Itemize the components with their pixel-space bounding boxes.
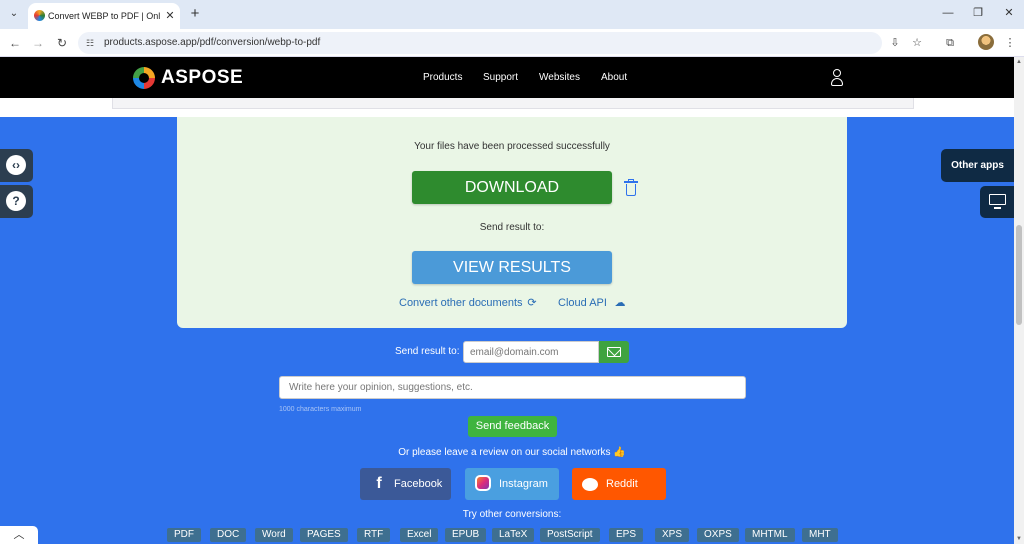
instagram-icon — [475, 475, 491, 491]
convert-other-documents-link[interactable]: Convert other documents — [399, 296, 523, 310]
other-conversions-title: Try other conversions: — [462, 509, 562, 520]
instagram-button[interactable]: Instagram — [465, 468, 559, 500]
aspose-logo-text[interactable]: ASPOSE — [161, 67, 243, 89]
cloud-icon[interactable]: ☁ — [614, 296, 626, 310]
install-app-icon[interactable]: ⇩ — [887, 35, 903, 51]
back-arrow-icon[interactable]: ← — [7, 35, 23, 51]
cloud-api-link[interactable]: Cloud API — [558, 296, 607, 310]
url-text: products.aspose.app/pdf/conversion/webp-… — [104, 37, 321, 48]
aspose-logo-icon[interactable] — [133, 67, 155, 89]
help-side-widget[interactable]: ? — [0, 185, 33, 218]
aspose-favicon-icon — [34, 10, 45, 21]
instagram-label: Instagram — [499, 478, 548, 490]
conversion-latex[interactable]: LaTeX — [492, 528, 535, 542]
conversion-xps[interactable]: XPS — [655, 528, 690, 542]
question-icon: ? — [6, 191, 26, 211]
browser-toolbar: ← → ↻ ☷ products.aspose.app/pdf/conversi… — [0, 29, 1024, 57]
conversion-excel[interactable]: Excel — [400, 528, 439, 542]
conversion-mhtml[interactable]: MHTML — [745, 528, 795, 542]
scroll-to-top-chevron-icon[interactable]: ︿ — [0, 526, 38, 544]
conversion-word[interactable]: Word — [255, 528, 293, 542]
browser-tab-bar: ⌄ Convert WEBP to PDF | Online ✕ + — ❐ ✕ — [0, 0, 1024, 29]
tab-title: Convert WEBP to PDF | Online — [48, 11, 160, 21]
send-feedback-button[interactable]: Send feedback — [468, 416, 557, 437]
code-side-widget[interactable]: ‹› — [0, 149, 33, 182]
conversion-eps[interactable]: EPS — [609, 528, 644, 542]
download-button[interactable]: DOWNLOAD — [412, 171, 612, 204]
profile-avatar[interactable] — [978, 34, 994, 50]
new-tab-button[interactable]: + — [187, 6, 203, 22]
site-info-icon[interactable]: ☷ — [86, 37, 98, 49]
conversion-epub[interactable]: EPUB — [445, 528, 487, 542]
conversion-doc[interactable]: DOC — [210, 528, 247, 542]
extensions-puzzle-icon[interactable]: ⧉ — [942, 35, 958, 51]
scroll-down-arrow-icon[interactable]: ▼ — [1014, 534, 1024, 544]
scrollbar-thumb[interactable] — [1016, 225, 1022, 325]
nav-websites[interactable]: Websites — [539, 71, 580, 85]
conversion-pdf[interactable]: PDF — [167, 528, 201, 542]
reddit-icon — [582, 478, 598, 491]
conversion-oxps[interactable]: OXPS — [697, 528, 739, 542]
social-review-prompt: Or please leave a review on our social n… — [398, 447, 626, 458]
forward-arrow-icon[interactable]: → — [30, 35, 46, 51]
facebook-icon: f — [376, 475, 382, 492]
nav-about[interactable]: About — [601, 71, 627, 85]
conversion-pages[interactable]: PAGES — [300, 528, 348, 542]
address-bar[interactable]: ☷ products.aspose.app/pdf/conversion/web… — [78, 32, 882, 54]
tab-close-icon[interactable]: ✕ — [164, 9, 176, 23]
conversion-mht[interactable]: MHT — [802, 528, 838, 542]
scroll-up-arrow-icon[interactable]: ▲ — [1014, 57, 1024, 67]
facebook-button[interactable]: f Facebook — [360, 468, 451, 500]
restore-button[interactable]: ❐ — [970, 5, 986, 21]
upload-panel-edge — [0, 98, 1014, 117]
reddit-label: Reddit — [606, 478, 638, 490]
bookmark-star-icon[interactable]: ☆ — [909, 35, 925, 51]
view-results-button[interactable]: VIEW RESULTS — [412, 251, 612, 284]
reddit-button[interactable]: Reddit — [572, 468, 666, 500]
nav-support[interactable]: Support — [483, 71, 518, 85]
feedback-char-limit: 1000 characters maximum — [279, 406, 362, 413]
email-input[interactable] — [463, 341, 599, 363]
send-result-label: Send result to: — [479, 222, 545, 233]
page-scrollbar[interactable]: ▲ ▼ — [1014, 57, 1024, 544]
email-send-button[interactable] — [599, 341, 629, 363]
success-message: Your files have been processed successfu… — [414, 141, 610, 152]
minimize-button[interactable]: — — [940, 5, 956, 21]
feedback-input[interactable] — [279, 376, 746, 399]
conversion-postscript[interactable]: PostScript — [540, 528, 600, 542]
reload-icon[interactable]: ↻ — [54, 35, 70, 51]
trash-icon[interactable] — [624, 179, 638, 196]
result-card: Your files have been processed successfu… — [177, 117, 847, 328]
browser-menu-icon[interactable]: ⋮ — [1002, 35, 1018, 51]
window-close-button[interactable]: ✕ — [1001, 5, 1017, 21]
monitor-icon — [989, 194, 1006, 205]
facebook-label: Facebook — [394, 478, 443, 490]
desktop-app-widget[interactable] — [980, 186, 1014, 218]
refresh-icon[interactable]: ⟳ — [526, 296, 538, 310]
code-arrows-icon: ‹› — [6, 155, 26, 175]
browser-tab[interactable]: Convert WEBP to PDF | Online ✕ — [28, 3, 180, 29]
user-account-icon[interactable] — [829, 68, 845, 88]
email-send-label: Send result to: — [395, 346, 460, 357]
site-header: ASPOSE Products Support Websites About — [0, 57, 1014, 98]
conversion-rtf[interactable]: RTF — [357, 528, 391, 542]
other-apps-button[interactable]: Other apps — [941, 149, 1014, 182]
nav-products[interactable]: Products — [423, 71, 462, 85]
envelope-icon — [607, 347, 621, 357]
tab-search-chevron-icon[interactable]: ⌄ — [6, 6, 22, 22]
